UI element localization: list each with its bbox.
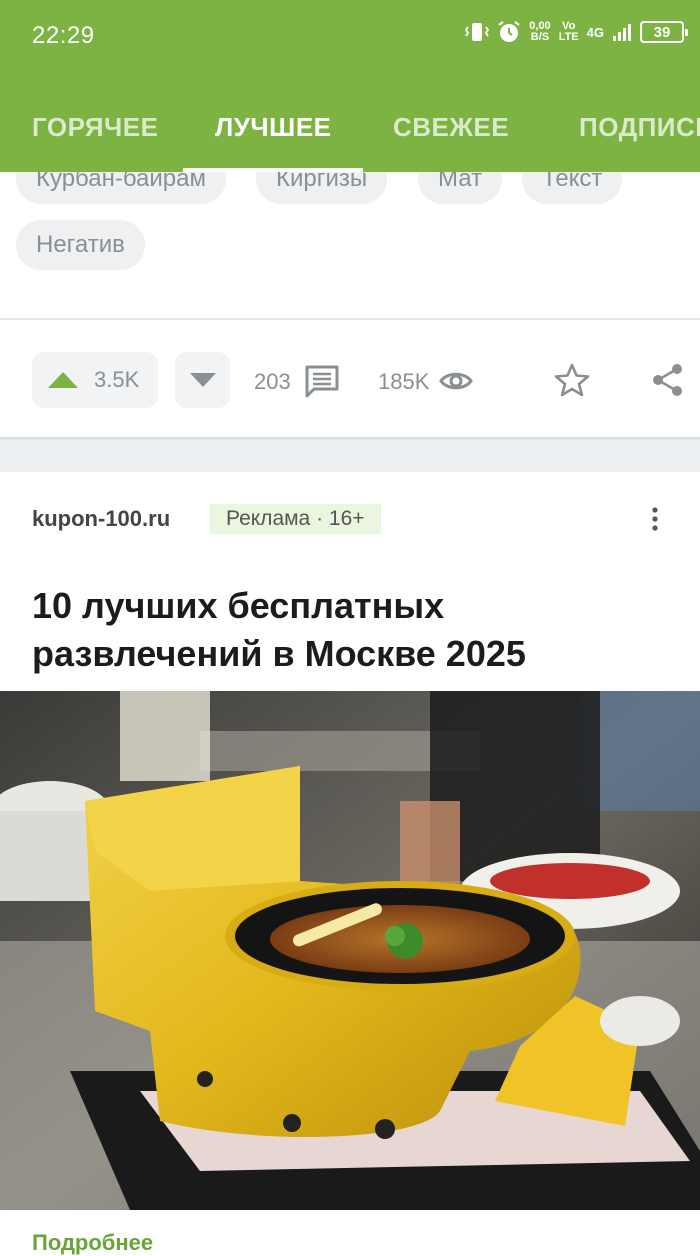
status-icons: 0,00 B/S Vo LTE 4G 39 xyxy=(465,20,688,44)
app-header: 22:29 0,00 B/S Vo LTE 4G 39 ГОРЯЧЕЕ ЛУЧШ… xyxy=(0,0,700,172)
network-type: 4G xyxy=(586,24,604,40)
tag-label: Негатив xyxy=(36,231,125,258)
ad-title[interactable]: 10 лучших бесплатных развлечений в Москв… xyxy=(32,582,672,678)
feed-tabs: ГОРЯЧЕЕ ЛУЧШЕЕ СВЕЖЕЕ ПОДПИСКИ xyxy=(0,72,700,172)
signal-icon xyxy=(613,24,631,41)
rating-value: 3.5K xyxy=(94,367,140,392)
active-tab-indicator xyxy=(183,168,363,172)
ad-domain[interactable]: kupon-100.ru xyxy=(32,506,170,532)
arrow-down-icon xyxy=(189,373,216,387)
status-bar: 22:29 0,00 B/S Vo LTE 4G 39 xyxy=(0,0,700,72)
ad-badge-text: Реклама · 16+ xyxy=(226,507,365,530)
net-speed: 0,00 B/S xyxy=(529,21,550,43)
tab-hot[interactable]: ГОРЯЧЕЕ xyxy=(32,112,158,143)
comments-count: 203 xyxy=(254,369,291,394)
tab-best[interactable]: ЛУЧШЕЕ xyxy=(215,112,332,143)
battery-icon: 39 xyxy=(640,21,688,43)
battery-level xyxy=(644,25,658,39)
ad-image[interactable] xyxy=(0,691,700,1210)
vibrate-icon xyxy=(465,23,490,41)
star-icon[interactable] xyxy=(554,363,590,397)
eye-icon xyxy=(439,372,473,390)
post-divider xyxy=(0,318,700,320)
status-time: 22:29 xyxy=(32,22,95,49)
more-vert-icon[interactable] xyxy=(650,506,660,532)
volte-bottom: LTE xyxy=(558,31,579,43)
tab-fresh[interactable]: СВЕЖЕЕ xyxy=(393,112,509,143)
views-count: 185K xyxy=(378,369,430,394)
downvote-button[interactable] xyxy=(175,352,230,408)
comment-icon[interactable] xyxy=(304,364,340,398)
ad-badge: Реклама · 16+ xyxy=(210,504,381,534)
arrow-up-icon xyxy=(48,372,78,388)
alarm-icon xyxy=(498,21,520,42)
share-icon[interactable] xyxy=(651,362,685,398)
feed-gap xyxy=(0,440,700,472)
volte-indicator: Vo LTE xyxy=(559,21,579,43)
upvote-button[interactable]: 3.5K xyxy=(32,352,158,408)
tab-subscriptions[interactable]: ПОДПИСКИ xyxy=(579,112,700,143)
ad-photo-illustration xyxy=(0,691,700,1210)
more-link[interactable]: Подробнее xyxy=(32,1230,153,1256)
tag-negativ[interactable]: Негатив xyxy=(16,220,145,270)
net-speed-unit: B/S xyxy=(530,31,550,43)
